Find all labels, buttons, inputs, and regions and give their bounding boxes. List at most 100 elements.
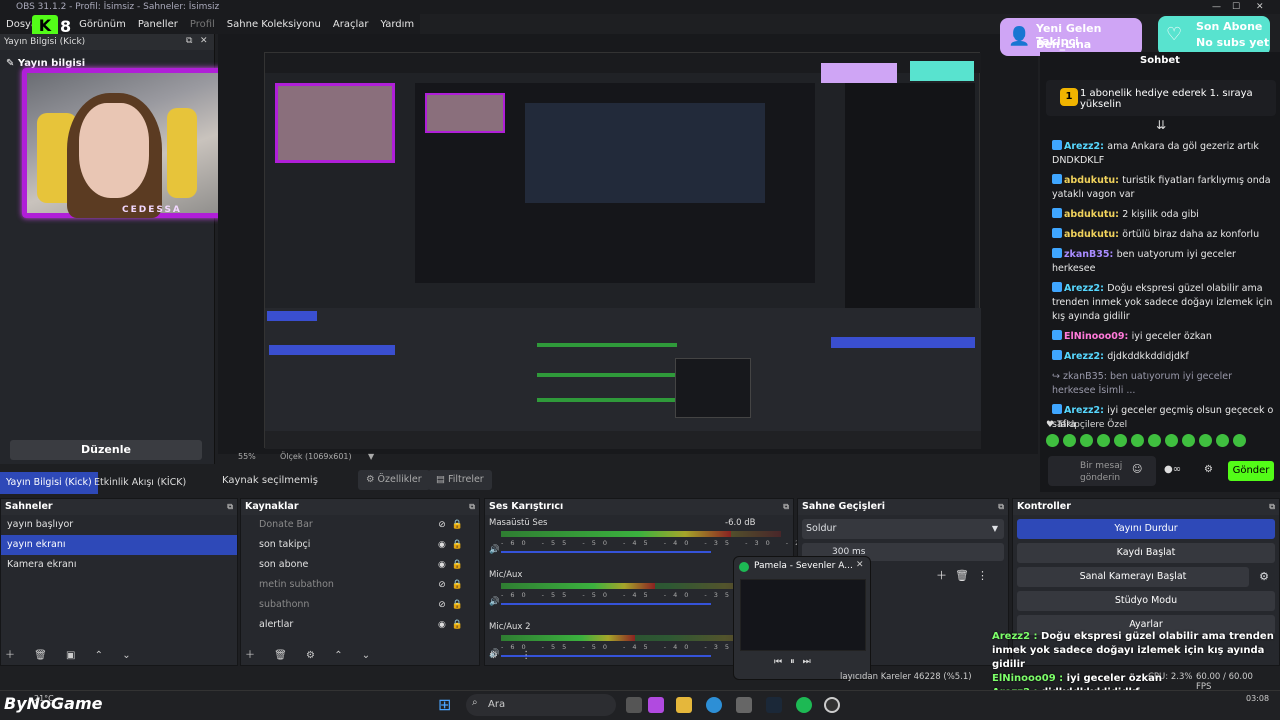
chat-username[interactable]: Arezz2:: [1064, 283, 1107, 294]
chat-username[interactable]: Arezz2:: [1064, 141, 1107, 152]
overlay-chat-line: ElNinooo09 : iyi geceler özkan: [992, 672, 1280, 686]
scene-toolbar[interactable]: ＋ 🗑 ▣ ⌃ ⌄: [5, 646, 139, 661]
zoom-scale[interactable]: Ölçek (1069x601): [280, 452, 352, 461]
menu-gorunum[interactable]: Görünüm: [79, 19, 126, 30]
dock-menu-icon[interactable]: ⧉: [469, 499, 475, 515]
source-item[interactable]: subathonn ⊘🔒: [241, 595, 479, 615]
menu-profil[interactable]: Profil: [190, 19, 215, 30]
source-toolbar-buttons[interactable]: ＋ 🗑 ⚙ ⌃ ⌄: [245, 646, 378, 661]
chat-username[interactable]: abdukutu:: [1064, 209, 1122, 220]
close-dock-icon[interactable]: ✕: [200, 36, 208, 46]
taskbar-search[interactable]: Ara: [466, 694, 616, 716]
tab-activity-feed[interactable]: Etkinlik Akışı (KİCK): [88, 472, 192, 494]
source-item[interactable]: Donate Bar ⊘🔒: [241, 515, 479, 535]
edit-button[interactable]: Düzenle: [10, 440, 202, 460]
start-virtual-cam-button[interactable]: Sanal Kamerayı Başlat: [1017, 567, 1249, 587]
source-item[interactable]: son abone ◉🔒: [241, 555, 479, 575]
spotify-mini-player[interactable]: Pamela - Sevenler A... ✕ ⏮⏸⏭: [733, 556, 871, 680]
zoom-percent[interactable]: 55%: [238, 452, 256, 461]
menu-sahne-koleksiyonu[interactable]: Sahne Koleksiyonu: [227, 19, 321, 30]
chat-username[interactable]: Arezz2:: [1064, 351, 1107, 362]
chat-username[interactable]: Arezz2:: [1064, 405, 1107, 416]
transition-select[interactable]: Soldur ▼: [802, 519, 1004, 539]
windows-start-icon[interactable]: ⊞: [438, 695, 458, 715]
filters-button[interactable]: ▤ Filtreler: [428, 470, 492, 490]
settings-icon[interactable]: ⚙: [1204, 464, 1213, 475]
source-label: alertlar: [259, 619, 294, 630]
visibility-lock-icon[interactable]: ⊘🔒: [438, 515, 469, 535]
filters-label: Filtreler: [448, 474, 484, 485]
chat-username[interactable]: abdukutu:: [1064, 175, 1122, 186]
menu-yardim[interactable]: Yardım: [381, 19, 415, 30]
transition-toolbar[interactable]: ＋🗑⋮: [936, 567, 996, 583]
studio-mode-button[interactable]: Stüdyo Modu: [1017, 591, 1275, 611]
speaker-icon[interactable]: 🔊: [489, 545, 500, 555]
edge-icon[interactable]: [706, 697, 722, 713]
float-dock-icon[interactable]: ⧉: [186, 36, 192, 46]
visibility-lock-icon[interactable]: ⊘🔒: [438, 595, 469, 615]
close-icon[interactable]: ✕: [1256, 0, 1264, 14]
scroll-down-icon[interactable]: ⇊: [1156, 118, 1166, 132]
source-item[interactable]: son takipçi ◉🔒: [241, 535, 479, 555]
copilot-icon[interactable]: [648, 697, 664, 713]
virtual-cam-settings-icon[interactable]: ⚙: [1259, 570, 1269, 583]
start-recording-button[interactable]: Kaydı Başlat: [1017, 543, 1275, 563]
scene-item[interactable]: yayın ekranı: [1, 535, 237, 555]
volume-meter: [501, 531, 731, 537]
volume-slider[interactable]: [501, 603, 711, 605]
send-button[interactable]: Gönder: [1228, 461, 1274, 481]
stop-stream-button[interactable]: Yayını Durdur: [1017, 519, 1275, 539]
ai-icon[interactable]: ●∞: [1164, 464, 1181, 475]
maximize-icon[interactable]: ☐: [1232, 0, 1240, 14]
chat-message: Arezz2: djdkddkkddidjdkf: [1052, 350, 1274, 364]
dock-menu-icon[interactable]: ⧉: [227, 499, 233, 515]
close-icon[interactable]: ✕: [856, 560, 864, 570]
channel-name: Masaüstü Ses: [489, 518, 548, 528]
scene-item[interactable]: yayın başlıyor: [1, 515, 237, 535]
cam-name-label: CEDESSA: [122, 205, 182, 215]
mixer-toolbar[interactable]: ⚙ ⋮: [489, 650, 541, 661]
chat-username[interactable]: abdukutu:: [1064, 229, 1122, 240]
minimize-icon[interactable]: —: [1212, 0, 1221, 14]
scene-item[interactable]: Kamera ekranı: [1, 555, 237, 575]
volume-slider[interactable]: [501, 551, 711, 553]
playback-controls[interactable]: ⏮⏸⏭: [774, 657, 819, 667]
steam-icon[interactable]: [766, 697, 782, 713]
last-sub-alert: ♡ Son Abone No subs yet: [1158, 16, 1270, 56]
zoom-dropdown-icon[interactable]: ▼: [368, 452, 374, 461]
chat-username[interactable]: ElNinooo09:: [1064, 331, 1132, 342]
add-user-icon: 👤: [1008, 26, 1031, 47]
source-item[interactable]: metin subathon ⊘🔒: [241, 575, 479, 595]
speaker-icon[interactable]: 🔊: [489, 597, 500, 607]
dock-menu-icon[interactable]: ⧉: [783, 499, 789, 515]
visibility-lock-icon[interactable]: ◉🔒: [438, 535, 469, 555]
chat-username[interactable]: zkanB35:: [1064, 249, 1117, 260]
obs-icon[interactable]: [824, 697, 840, 713]
badge-icon: [1052, 350, 1062, 360]
properties-button[interactable]: ⚙ Özellikler: [358, 470, 430, 490]
menu-paneller[interactable]: Paneller: [138, 19, 178, 30]
pinned-gift-banner[interactable]: 1 1 abonelik hediye ederek 1. sıraya yük…: [1046, 80, 1276, 116]
spotify-taskbar-icon[interactable]: [796, 697, 812, 713]
task-view-icon[interactable]: [626, 697, 642, 713]
weather-temp: 21°C: [34, 694, 54, 703]
emote-bar[interactable]: [1046, 434, 1246, 447]
tab-stream-info[interactable]: Yayın Bilgisi (Kick): [0, 472, 98, 494]
menu-araclar[interactable]: Araçlar: [333, 19, 369, 30]
window-title: OBS 31.1.2 - Profil: İsimsiz - Sahneler:…: [16, 2, 220, 12]
followers-only-text: Takipçilere Özel: [1056, 420, 1128, 430]
source-item[interactable]: alertlar ◉🔒: [241, 615, 479, 635]
taskbar-search-text: Ara: [488, 699, 506, 710]
volume-meter: [501, 583, 655, 589]
visibility-lock-icon[interactable]: ⊘🔒: [438, 575, 469, 595]
visibility-lock-icon[interactable]: ◉🔒: [438, 555, 469, 575]
chat-text: iyi geceler özkan: [1131, 331, 1212, 342]
emoji-icon[interactable]: ☺: [1132, 464, 1142, 475]
track-title: Pamela - Sevenler A...: [754, 561, 853, 571]
source-list: Donate Bar ⊘🔒 son takipçi ◉🔒 son abone ◉🔒 meti…: [241, 515, 479, 635]
visibility-lock-icon[interactable]: ◉🔒: [438, 615, 469, 635]
store-icon[interactable]: [736, 697, 752, 713]
dock-menu-icon[interactable]: ⧉: [998, 499, 1004, 515]
dock-menu-icon[interactable]: ⧉: [1269, 499, 1275, 515]
file-explorer-icon[interactable]: [676, 697, 692, 713]
